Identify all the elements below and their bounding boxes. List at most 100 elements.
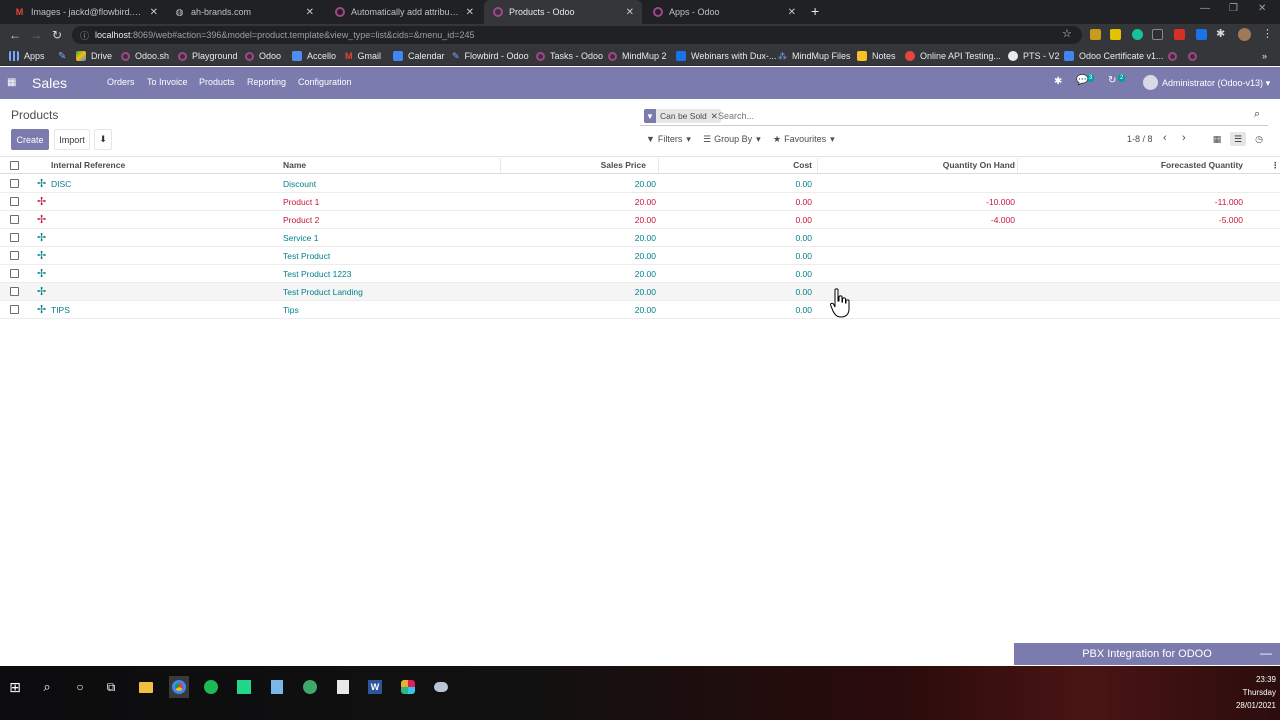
pager-next-icon[interactable]: ›: [1182, 132, 1186, 144]
row-checkbox[interactable]: [10, 305, 19, 314]
facet-remove-icon[interactable]: ✕: [711, 111, 718, 122]
column-quantity-on-hand[interactable]: Quantity On Hand: [880, 157, 1015, 175]
optional-columns-icon[interactable]: ⋮: [1271, 157, 1280, 175]
cloud-app-icon[interactable]: [432, 678, 450, 696]
menu-to-invoice[interactable]: To Invoice: [147, 77, 188, 87]
bookmark-tasks[interactable]: Tasks - Odoo: [536, 49, 603, 63]
word-icon[interactable]: W: [366, 678, 384, 696]
menu-reporting[interactable]: Reporting: [247, 77, 286, 87]
column-name[interactable]: Name: [283, 157, 306, 175]
extension-icon[interactable]: [1090, 29, 1101, 40]
search-icon[interactable]: ⌕: [38, 678, 56, 696]
list-view-icon[interactable]: ☰: [1230, 132, 1246, 146]
bug-icon[interactable]: ✱: [1054, 76, 1062, 87]
bookmark-notes[interactable]: Notes: [857, 49, 896, 63]
cortana-icon[interactable]: ○: [71, 678, 89, 696]
app-title[interactable]: Sales: [32, 75, 67, 91]
browser-tab-apps[interactable]: Apps - Odoo ✕: [644, 0, 804, 24]
back-icon[interactable]: ←: [9, 27, 21, 43]
bookmark-odoo[interactable]: Odoo: [245, 49, 281, 63]
column-sales-price[interactable]: Sales Price: [560, 157, 646, 175]
bookmark-calendar[interactable]: Calendar: [393, 49, 445, 63]
close-icon[interactable]: ✕: [788, 7, 796, 18]
row-checkbox[interactable]: [10, 197, 19, 206]
bookmark-odoo-extra-2[interactable]: [1188, 49, 1202, 63]
row-checkbox[interactable]: [10, 179, 19, 188]
user-menu[interactable]: Administrator (Odoo-v13) ▾: [1162, 78, 1270, 89]
browser-menu-icon[interactable]: ⋮: [1262, 27, 1273, 40]
table-row[interactable]: ✢ Test Product 20.00 0.00: [0, 247, 1280, 265]
column-forecasted-quantity[interactable]: Forecasted Quantity: [1100, 157, 1243, 175]
bookmark-api-testing[interactable]: Online API Testing...: [905, 49, 1001, 63]
row-checkbox[interactable]: [10, 215, 19, 224]
avatar[interactable]: [1238, 28, 1251, 41]
close-icon[interactable]: ✕: [150, 7, 158, 18]
window-close-icon[interactable]: ✕: [1258, 3, 1266, 14]
new-tab-button[interactable]: +: [811, 3, 819, 19]
forward-icon[interactable]: →: [30, 27, 42, 43]
pycharm-icon[interactable]: [235, 678, 253, 696]
task-view-icon[interactable]: ⧉: [102, 678, 120, 696]
filters-dropdown[interactable]: ▼ Filters ▾: [646, 131, 691, 147]
bookmark-odoo-extra-1[interactable]: [1168, 49, 1182, 63]
clock[interactable]: 23:39 Thursday 28/01/2021: [1232, 673, 1276, 712]
search-input[interactable]: [718, 108, 1238, 124]
table-row[interactable]: ✢ TIPS Tips 20.00 0.00: [0, 301, 1280, 319]
document-icon[interactable]: [334, 678, 352, 696]
user-avatar[interactable]: [1143, 75, 1158, 90]
filter-facet[interactable]: ▼ Can be Sold ✕: [644, 109, 721, 123]
spotify-icon[interactable]: [202, 678, 220, 696]
extensions-puzzle-icon[interactable]: ✱: [1216, 27, 1225, 40]
select-all-checkbox[interactable]: [10, 161, 19, 170]
extension-icon[interactable]: [1174, 29, 1185, 40]
chrome-icon[interactable]: [169, 676, 189, 698]
menu-configuration[interactable]: Configuration: [298, 77, 352, 87]
browser-tab-gmail[interactable]: M Images - jackd@flowbird.co.uk - ✕: [6, 0, 166, 24]
minimize-icon[interactable]: —: [1200, 3, 1210, 14]
bookmark-apps[interactable]: Apps: [9, 49, 45, 63]
row-checkbox[interactable]: [10, 251, 19, 260]
search-icon[interactable]: ⌕: [1254, 108, 1260, 121]
row-checkbox[interactable]: [10, 233, 19, 242]
browser-tab-products[interactable]: Products - Odoo ✕: [484, 0, 642, 24]
slack-icon[interactable]: [399, 678, 417, 696]
bookmark-pts-v2[interactable]: PTS - V2: [1008, 49, 1060, 63]
app-globe-icon[interactable]: [301, 678, 319, 696]
bookmark-odoo-certificate[interactable]: Odoo Certificate v1...: [1064, 49, 1164, 63]
menu-orders[interactable]: Orders: [107, 77, 135, 87]
bookmark-gmail[interactable]: M Gmail: [345, 49, 381, 63]
browser-tab-attributes[interactable]: Automatically add attributes and ✕: [326, 0, 482, 24]
bookmark-playground[interactable]: Playground: [178, 49, 238, 63]
bookmark-pen[interactable]: ✎: [58, 49, 66, 63]
bookmark-mindmup-files[interactable]: ⁂ MindMup Files: [778, 49, 851, 63]
extension-icon[interactable]: [1196, 29, 1207, 40]
close-icon[interactable]: ✕: [466, 7, 474, 18]
bookmark-star-icon[interactable]: ☆: [1062, 27, 1072, 40]
address-bar[interactable]: ⓘ localhost:8069/web#action=396&model=pr…: [72, 26, 1082, 44]
extension-icon[interactable]: [1110, 29, 1121, 40]
download-icon[interactable]: ⬇: [94, 129, 112, 150]
windows-start-icon[interactable]: ⊞: [6, 678, 24, 696]
column-internal-reference[interactable]: Internal Reference: [51, 157, 125, 175]
activity-view-icon[interactable]: ◷: [1252, 132, 1266, 146]
restore-icon[interactable]: ❐: [1229, 3, 1238, 14]
menu-products[interactable]: Products: [199, 77, 235, 87]
pager-previous-icon[interactable]: ‹: [1163, 132, 1167, 144]
apps-menu-icon[interactable]: ▦: [7, 77, 16, 88]
row-checkbox[interactable]: [10, 287, 19, 296]
row-checkbox[interactable]: [10, 269, 19, 278]
file-explorer-icon[interactable]: [137, 678, 155, 696]
table-row[interactable]: ✢ Test Product Landing 20.00 0.00: [0, 283, 1280, 301]
column-cost[interactable]: Cost: [700, 157, 812, 175]
import-button[interactable]: Import: [54, 129, 90, 150]
bookmark-flowbird[interactable]: ✎ Flowbird - Odoo: [452, 49, 529, 63]
grammarly-icon[interactable]: [1132, 29, 1143, 40]
bookmark-webinars[interactable]: Webinars with Dux-...: [676, 49, 776, 63]
minimize-icon[interactable]: —: [1260, 646, 1272, 660]
bookmark-accello[interactable]: Accello: [292, 49, 336, 63]
table-row[interactable]: ✢ Service 1 20.00 0.00: [0, 229, 1280, 247]
table-row[interactable]: ✢ Product 1 20.00 0.00 -10.000 -11.000: [0, 193, 1280, 211]
browser-tab-ah-brands[interactable]: ◍ ah-brands.com ✕: [166, 0, 322, 24]
create-button[interactable]: Create: [11, 129, 49, 150]
close-icon[interactable]: ✕: [626, 7, 634, 18]
